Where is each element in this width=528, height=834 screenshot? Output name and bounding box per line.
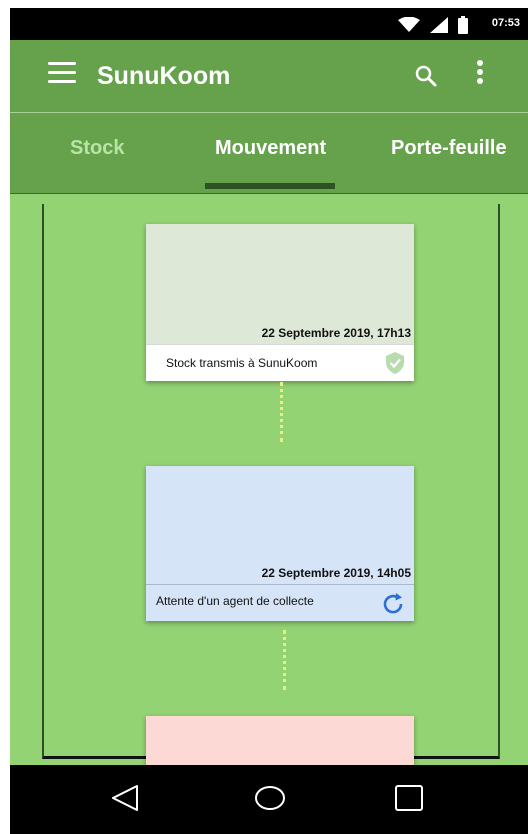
tab-bar: Stock Mouvement Porte-feuille <box>10 112 528 193</box>
wifi-icon <box>398 17 420 32</box>
search-icon[interactable] <box>414 64 438 88</box>
timeline-panel: 22 Septembre 2019, 17h13 Stock transmis … <box>42 204 500 766</box>
card-body: 22 Septembre 2019, 17h13 <box>146 224 414 344</box>
shield-check-icon <box>386 352 404 374</box>
card-status: Stock transmis à SunuKoom <box>166 356 318 370</box>
tab-indicator <box>205 183 335 189</box>
card-status: Attente d'un agent de collecte <box>156 594 314 608</box>
timeline-card[interactable]: 22 Septembre 2019, 14h05 Attente d'un ag… <box>146 466 414 621</box>
menu-icon[interactable] <box>48 62 76 86</box>
home-icon[interactable] <box>254 783 286 813</box>
device-screen: 07:53 SunuKoom Stock Mouvement Porte-feu… <box>10 8 528 834</box>
app-title: SunuKoom <box>97 62 231 90</box>
card-footer: Stock transmis à SunuKoom <box>146 344 414 381</box>
timeline-connector <box>283 630 286 690</box>
status-time: 07:53 <box>491 17 520 29</box>
refresh-icon[interactable] <box>380 591 406 617</box>
timeline-connector <box>280 382 283 442</box>
timeline-content[interactable]: 22 Septembre 2019, 17h13 Stock transmis … <box>10 193 528 766</box>
recents-icon[interactable] <box>394 783 424 813</box>
card-date: 22 Septembre 2019, 17h13 <box>261 326 411 340</box>
card-footer: Attente d'un agent de collecte <box>146 584 414 621</box>
timeline-card[interactable] <box>146 716 414 766</box>
tab-mouvement[interactable]: Mouvement <box>215 137 326 160</box>
card-date: 22 Septembre 2019, 14h05 <box>261 566 411 580</box>
card-body: 22 Septembre 2019, 14h05 <box>146 466 414 584</box>
battery-icon <box>458 16 468 34</box>
status-bar: 07:53 <box>10 8 528 40</box>
back-icon[interactable] <box>110 783 140 813</box>
app-bar: SunuKoom <box>10 40 528 112</box>
more-vert-icon[interactable] <box>476 60 484 88</box>
signal-icon <box>430 17 448 33</box>
navigation-bar <box>10 765 528 834</box>
tab-porte-feuille[interactable]: Porte-feuille <box>391 137 507 160</box>
timeline-card[interactable]: 22 Septembre 2019, 17h13 Stock transmis … <box>146 224 414 381</box>
tab-stock[interactable]: Stock <box>70 137 124 160</box>
